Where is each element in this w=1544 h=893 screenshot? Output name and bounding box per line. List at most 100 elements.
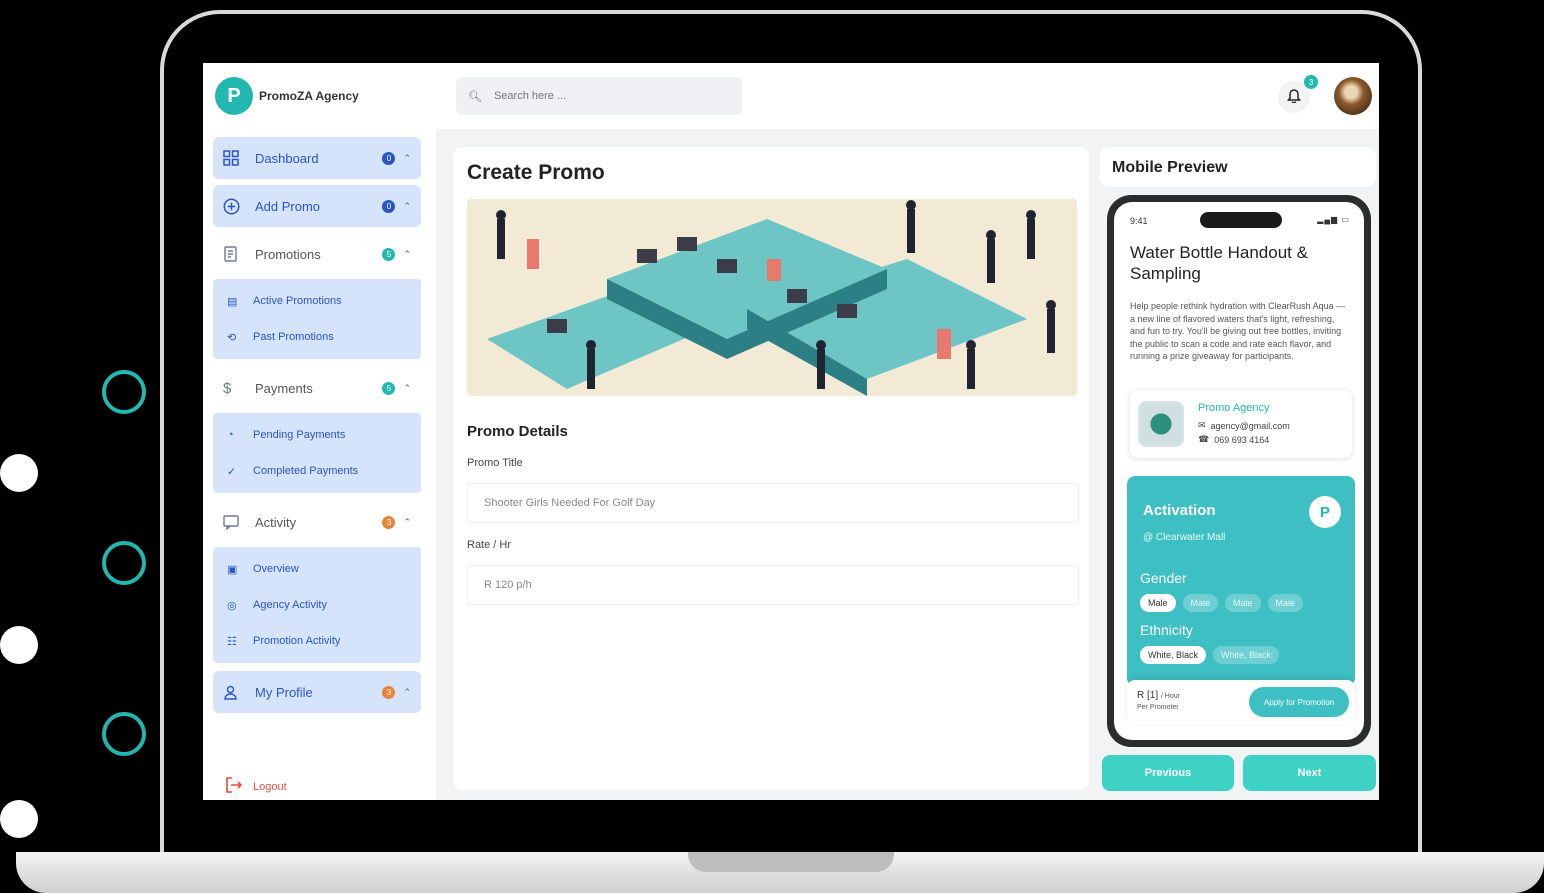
chevron-up-icon[interactable]: ⌃ — [403, 249, 411, 260]
search-input[interactable] — [493, 90, 714, 102]
phone-icon: ☎ — [1198, 434, 1210, 444]
chat-icon — [223, 514, 245, 530]
agency-email-row: ✉ agency@gmail.com — [1198, 420, 1290, 431]
sidebar-item-promotions[interactable]: Promotions 5 ⌃ — [213, 233, 421, 275]
brand-logo-icon: P — [1309, 496, 1341, 528]
count-badge: 5 — [382, 381, 396, 395]
sidebar-item-add-promo[interactable]: Add Promo 0 ⌃ — [213, 185, 421, 227]
sidebar-item-active-promotions[interactable]: ▤ Active Promotions — [213, 283, 421, 319]
payments-submenu: ◔ Pending Payments ✓ Completed Payments — [213, 413, 421, 493]
promo-banner-image — [467, 199, 1077, 396]
count-badge: 5 — [382, 247, 396, 261]
ethnicity-chips: White, Black White, Black — [1140, 646, 1280, 664]
ethnicity-chip[interactable]: White, Black — [1213, 646, 1280, 664]
chevron-up-icon[interactable]: ⌃ — [403, 201, 411, 212]
status-time: 9:41 — [1130, 216, 1148, 226]
rate-value: R [1] — [1137, 690, 1159, 701]
sidebar-item-overview[interactable]: ▣ Overview — [213, 551, 421, 587]
window-icon: ▣ — [227, 563, 238, 576]
count-badge: 3 — [382, 685, 396, 699]
mail-icon: ✉ — [1198, 420, 1206, 430]
apply-bar: R [1] / Hour Per Promoter Apply for Prom… — [1127, 680, 1355, 724]
next-button[interactable]: Next — [1243, 755, 1376, 791]
promo-description: Help people rethink hydration with Clear… — [1130, 301, 1346, 361]
agency-card[interactable]: Promo Agency ✉ agency@gmail.com ☎ 069 69… — [1130, 390, 1352, 458]
agency-logo — [1138, 401, 1184, 447]
brand-name: PromoZA Agency — [259, 89, 359, 103]
rate-display: R [1] / Hour — [1137, 690, 1180, 701]
decor-dot — [0, 626, 38, 664]
count-badge: 0 — [382, 151, 396, 165]
sub-item-label: Past Promotions — [253, 331, 334, 343]
gender-chip[interactable]: Male — [1225, 594, 1261, 612]
sidebar-item-agency-activity[interactable]: ◎ Agency Activity — [213, 587, 421, 623]
history-icon: ⟲ — [227, 331, 237, 344]
activation-location: @ Clearwater Mall — [1143, 532, 1226, 543]
sidebar-item-past-promotions[interactable]: ⟲ Past Promotions — [213, 319, 421, 355]
mobile-preview-header: Mobile Preview — [1100, 147, 1376, 187]
chevron-up-icon[interactable]: ⌃ — [403, 687, 411, 698]
activity-submenu: ▣ Overview ◎ Agency Activity ☷ Promotion… — [213, 547, 421, 663]
sub-item-label: Active Promotions — [253, 295, 342, 307]
agency-name: Promo Agency — [1198, 402, 1270, 414]
brand[interactable]: P PromoZA Agency — [215, 77, 359, 115]
document-icon — [223, 246, 245, 262]
gender-chip[interactable]: Male — [1267, 594, 1304, 612]
avatar[interactable] — [1334, 77, 1372, 115]
gender-chip[interactable]: Male — [1140, 594, 1176, 612]
sidebar-item-label: Promotions — [255, 246, 321, 262]
sidebar-item-pending-payments[interactable]: ◔ Pending Payments — [213, 417, 421, 453]
logout-icon — [225, 777, 243, 796]
section-title: Promo Details — [467, 423, 568, 440]
phone-screen: 9:41 ▂▄▆ ▭ Water Bottle Handout & Sampli… — [1114, 202, 1364, 740]
sidebar-item-label: Dashboard — [255, 150, 319, 166]
signal-wifi-battery-icon: ▂▄▆ ▭ — [1317, 215, 1350, 224]
decor-dot — [0, 800, 38, 838]
sidebar-item-promotion-activity[interactable]: ☷ Promotion Activity — [213, 623, 421, 659]
target-icon: ◎ — [227, 599, 237, 612]
search-icon: 🔍︎ — [468, 90, 482, 103]
network-icon: ☷ — [227, 635, 237, 648]
chevron-up-icon[interactable]: ⌃ — [403, 517, 411, 528]
stage: P PromoZA Agency Dashboard 0 ⌃ Add Promo… — [0, 0, 1544, 893]
promo-title-label: Promo Title — [467, 457, 523, 469]
mobile-preview-title: Mobile Preview — [1112, 159, 1228, 176]
sidebar-item-my-profile[interactable]: My Profile 3 ⌃ — [213, 671, 421, 713]
gender-label: Gender — [1140, 570, 1187, 586]
topbar: 🔍︎ 3 — [436, 63, 1379, 129]
previous-button[interactable]: Previous — [1102, 755, 1234, 791]
user-icon — [223, 685, 245, 700]
app-screen: P PromoZA Agency Dashboard 0 ⌃ Add Promo… — [203, 63, 1379, 800]
decor-ring — [102, 541, 146, 585]
sidebar-item-payments[interactable]: $ Payments 5 ⌃ — [213, 367, 421, 409]
sidebar-item-label: My Profile — [255, 684, 313, 700]
sidebar-nav: Dashboard 0 ⌃ Add Promo 0 ⌃ Promotions 5… — [213, 137, 421, 719]
bell-icon — [1287, 88, 1301, 106]
dollar-icon: $ — [223, 379, 232, 397]
count-badge: 3 — [382, 515, 396, 529]
agency-phone-row: ☎ 069 693 4164 — [1198, 434, 1269, 445]
chevron-up-icon[interactable]: ⌃ — [403, 153, 411, 164]
logout-button[interactable]: Logout — [225, 777, 287, 796]
chevron-up-icon[interactable]: ⌃ — [403, 383, 411, 394]
decor-ring — [102, 370, 146, 414]
promo-title-input[interactable]: Shooter Girls Needed For Golf Day — [467, 483, 1079, 523]
notification-count-badge: 3 — [1304, 75, 1318, 89]
document-icon: ▤ — [227, 295, 238, 308]
ethnicity-chip[interactable]: White, Black — [1140, 646, 1207, 664]
sidebar: P PromoZA Agency Dashboard 0 ⌃ Add Promo… — [203, 63, 436, 800]
page-title: Create Promo — [467, 161, 605, 184]
search-box[interactable]: 🔍︎ — [456, 77, 742, 115]
rate-input[interactable]: R 120 p/h — [467, 565, 1079, 605]
sidebar-item-dashboard[interactable]: Dashboard 0 ⌃ — [213, 137, 421, 179]
sidebar-item-completed-payments[interactable]: ✓ Completed Payments — [213, 453, 421, 489]
dynamic-island — [1200, 212, 1282, 228]
rate-label: Rate / Hr — [467, 539, 512, 551]
promotions-submenu: ▤ Active Promotions ⟲ Past Promotions — [213, 279, 421, 359]
sub-item-label: Promotion Activity — [253, 635, 341, 647]
gender-chip[interactable]: Male — [1182, 594, 1219, 612]
apply-for-promotion-button[interactable]: Apply for Promotion — [1249, 687, 1349, 717]
sidebar-item-activity[interactable]: Activity 3 ⌃ — [213, 501, 421, 543]
count-badge: 0 — [382, 199, 396, 213]
brand-logo-icon: P — [215, 77, 253, 115]
